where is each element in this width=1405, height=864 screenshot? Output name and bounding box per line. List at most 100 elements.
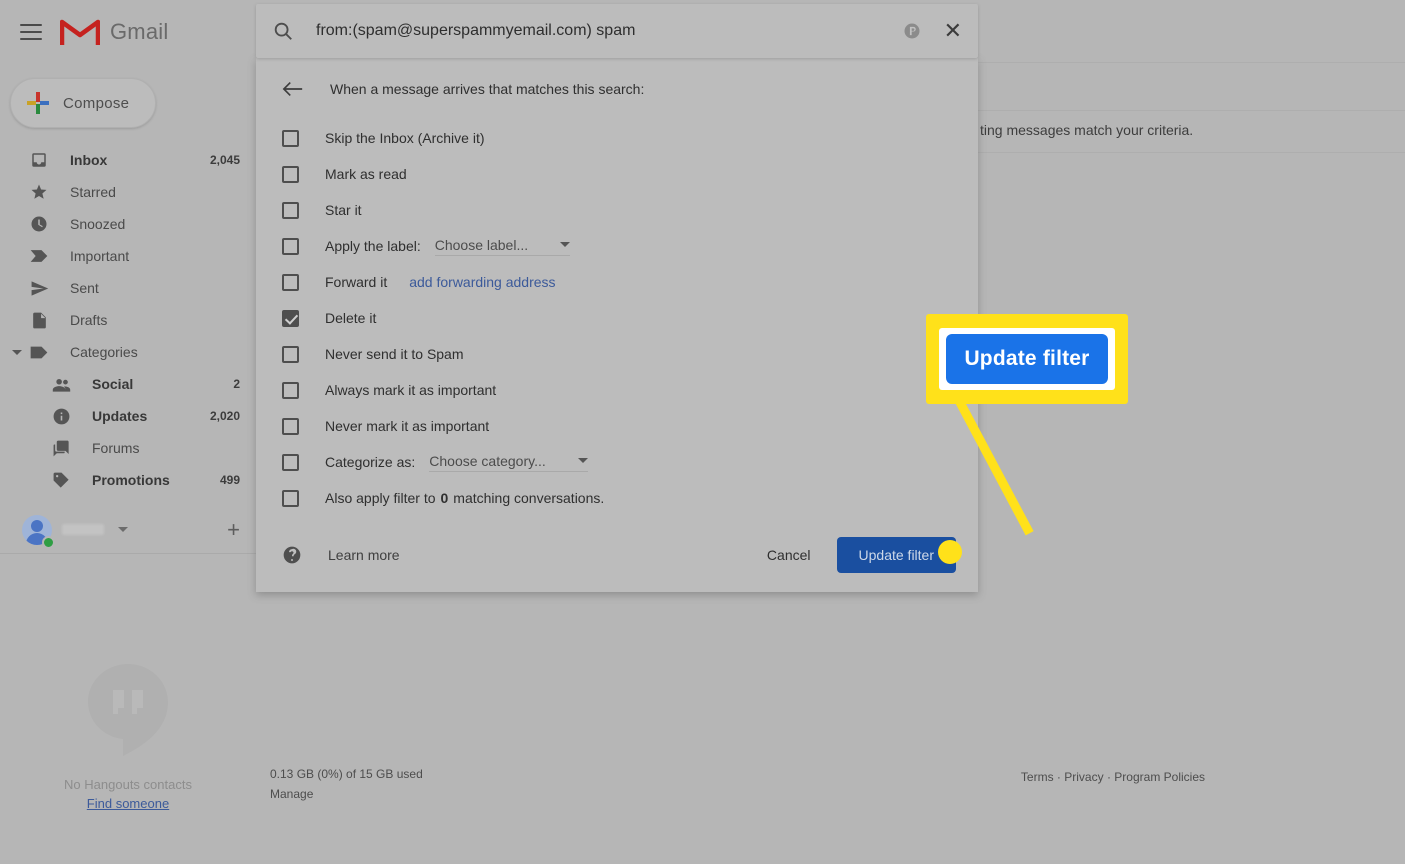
sidebar-item-inbox[interactable]: Inbox 2,045 — [0, 144, 256, 176]
checkbox-mark-as-read[interactable] — [282, 165, 299, 183]
checkbox-never-spam[interactable] — [282, 345, 299, 363]
search-result-note: ting messages match your criteria. — [980, 122, 1194, 138]
program-policies-link[interactable]: Program Policies — [1114, 770, 1205, 784]
choose-label-dropdown[interactable]: Choose label... — [434, 236, 571, 256]
hangouts-icon — [88, 664, 168, 756]
option-forward-it: Forward it add forwarding address — [282, 264, 978, 300]
option-never-spam: Never send it to Spam — [282, 336, 978, 372]
help-icon[interactable] — [282, 545, 302, 565]
checkbox-delete-it[interactable] — [282, 309, 299, 327]
option-apply-to-existing: Also apply filter to 0 matching conversa… — [282, 480, 978, 516]
find-someone-link[interactable]: Find someone — [0, 796, 256, 811]
chevron-down-icon[interactable] — [118, 527, 128, 532]
option-delete-it: Delete it — [282, 300, 978, 336]
account-row: + — [0, 506, 256, 554]
sidebar-nav-list: Inbox 2,045 Starred Snoozed Important Se… — [0, 144, 256, 496]
sidebar-item-label: Starred — [70, 184, 116, 200]
checkbox-skip-inbox[interactable] — [282, 129, 299, 147]
dropdown-value: Choose label... — [434, 236, 529, 253]
checkbox-apply-to-existing[interactable] — [282, 489, 299, 507]
search-icon[interactable] — [272, 20, 294, 42]
separator: · — [1056, 770, 1061, 784]
back-arrow-icon[interactable] — [282, 80, 304, 98]
option-always-important: Always mark it as important — [282, 372, 978, 408]
gmail-brand[interactable]: Gmail — [60, 17, 168, 47]
brand-name: Gmail — [110, 19, 169, 44]
option-label: Mark as read — [325, 166, 407, 182]
sidebar-item-count: 2,045 — [209, 153, 240, 167]
sidebar-item-categories[interactable]: Categories — [0, 336, 256, 368]
dialog-footer: Learn more Cancel Update filter — [256, 518, 978, 592]
sidebar-item-sent[interactable]: Sent — [0, 272, 256, 304]
sidebar-item-social[interactable]: Social 2 — [0, 368, 256, 400]
legal-links: Terms · Privacy · Program Policies — [1021, 770, 1205, 784]
sidebar-item-promotions[interactable]: Promotions 499 — [0, 464, 256, 496]
inbox-icon — [26, 151, 52, 169]
sidebar-item-count: 2 — [233, 377, 240, 391]
filter-options-list: Skip the Inbox (Archive it) Mark as read… — [256, 120, 978, 516]
checkbox-never-important[interactable] — [282, 417, 299, 435]
compose-label: Compose — [63, 94, 130, 112]
sidebar-item-drafts[interactable]: Drafts — [0, 304, 256, 336]
option-label: Always mark it as important — [325, 382, 497, 398]
sidebar-item-label: Drafts — [70, 312, 108, 328]
learn-more-link[interactable]: Learn more — [328, 547, 400, 563]
option-never-important: Never mark it as important — [282, 408, 978, 444]
checkbox-forward-it[interactable] — [282, 273, 299, 291]
add-forwarding-address-link[interactable]: add forwarding address — [409, 274, 555, 290]
sidebar-item-label: Sent — [70, 280, 99, 296]
info-icon — [48, 407, 74, 426]
clock-icon — [26, 215, 52, 233]
sidebar-item-important[interactable]: Important — [0, 240, 256, 272]
option-skip-inbox: Skip the Inbox (Archive it) — [282, 120, 978, 156]
dialog-title: When a message arrives that matches this… — [330, 81, 645, 97]
option-label: Never mark it as important — [325, 418, 490, 434]
search-options-icon[interactable] — [902, 21, 922, 41]
choose-category-dropdown[interactable]: Choose category... — [429, 453, 588, 472]
option-label: Delete it — [325, 310, 377, 326]
annotation-update-filter-button[interactable]: Update filter — [946, 334, 1108, 384]
close-icon[interactable]: ✕ — [944, 20, 962, 42]
cancel-button[interactable]: Cancel — [767, 547, 811, 563]
sidebar-item-starred[interactable]: Starred — [0, 176, 256, 208]
chevron-down-icon[interactable] — [12, 349, 22, 355]
sidebar-item-forums[interactable]: Forums — [0, 432, 256, 464]
create-filter-dialog: When a message arrives that matches this… — [256, 58, 978, 592]
manage-storage-link[interactable]: Manage — [270, 784, 423, 804]
option-star-it: Star it — [282, 192, 978, 228]
send-icon — [26, 279, 52, 298]
hangouts-empty-text: No Hangouts contacts — [64, 777, 192, 792]
star-icon — [26, 183, 52, 201]
tag-icon — [48, 471, 74, 490]
option-categorize-as: Categorize as: Choose category... — [282, 444, 978, 480]
privacy-link[interactable]: Privacy — [1064, 770, 1103, 784]
sidebar-item-count: 499 — [219, 473, 240, 487]
option-label: Categorize as: — [325, 454, 416, 470]
sidebar-item-updates[interactable]: Updates 2,020 — [0, 400, 256, 432]
storage-info: 0.13 GB (0%) of 15 GB used Manage — [270, 764, 423, 804]
gmail-logo-icon — [60, 19, 100, 45]
brand-bar: Gmail — [0, 0, 256, 64]
annotation-callout-inner: Update filter — [939, 328, 1115, 390]
label-important-icon — [26, 248, 52, 264]
sidebar-item-label: Forums — [92, 440, 140, 456]
annotation-pointer-dot — [938, 540, 962, 564]
terms-link[interactable]: Terms — [1021, 770, 1054, 784]
sidebar-item-label: Important — [70, 248, 130, 264]
sidebar-item-label: Social — [92, 376, 134, 392]
option-label: Star it — [325, 202, 362, 218]
checkbox-star-it[interactable] — [282, 201, 299, 219]
sidebar-item-snoozed[interactable]: Snoozed — [0, 208, 256, 240]
checkbox-always-important[interactable] — [282, 381, 299, 399]
annotation-callout: Update filter — [926, 314, 1128, 404]
search-input[interactable]: from:(spam@superspammyemail.com) spam — [316, 22, 902, 40]
sidebar-item-label: Updates — [92, 408, 148, 424]
checkbox-categorize-as[interactable] — [282, 453, 299, 471]
add-account-icon[interactable]: + — [227, 518, 240, 541]
hamburger-menu-icon[interactable] — [20, 24, 42, 40]
checkbox-apply-label[interactable] — [282, 237, 299, 255]
option-label: Also apply filter to — [325, 490, 436, 506]
option-label: Apply the label: — [325, 238, 421, 254]
compose-button[interactable]: Compose — [10, 78, 157, 128]
draft-icon — [26, 311, 52, 330]
